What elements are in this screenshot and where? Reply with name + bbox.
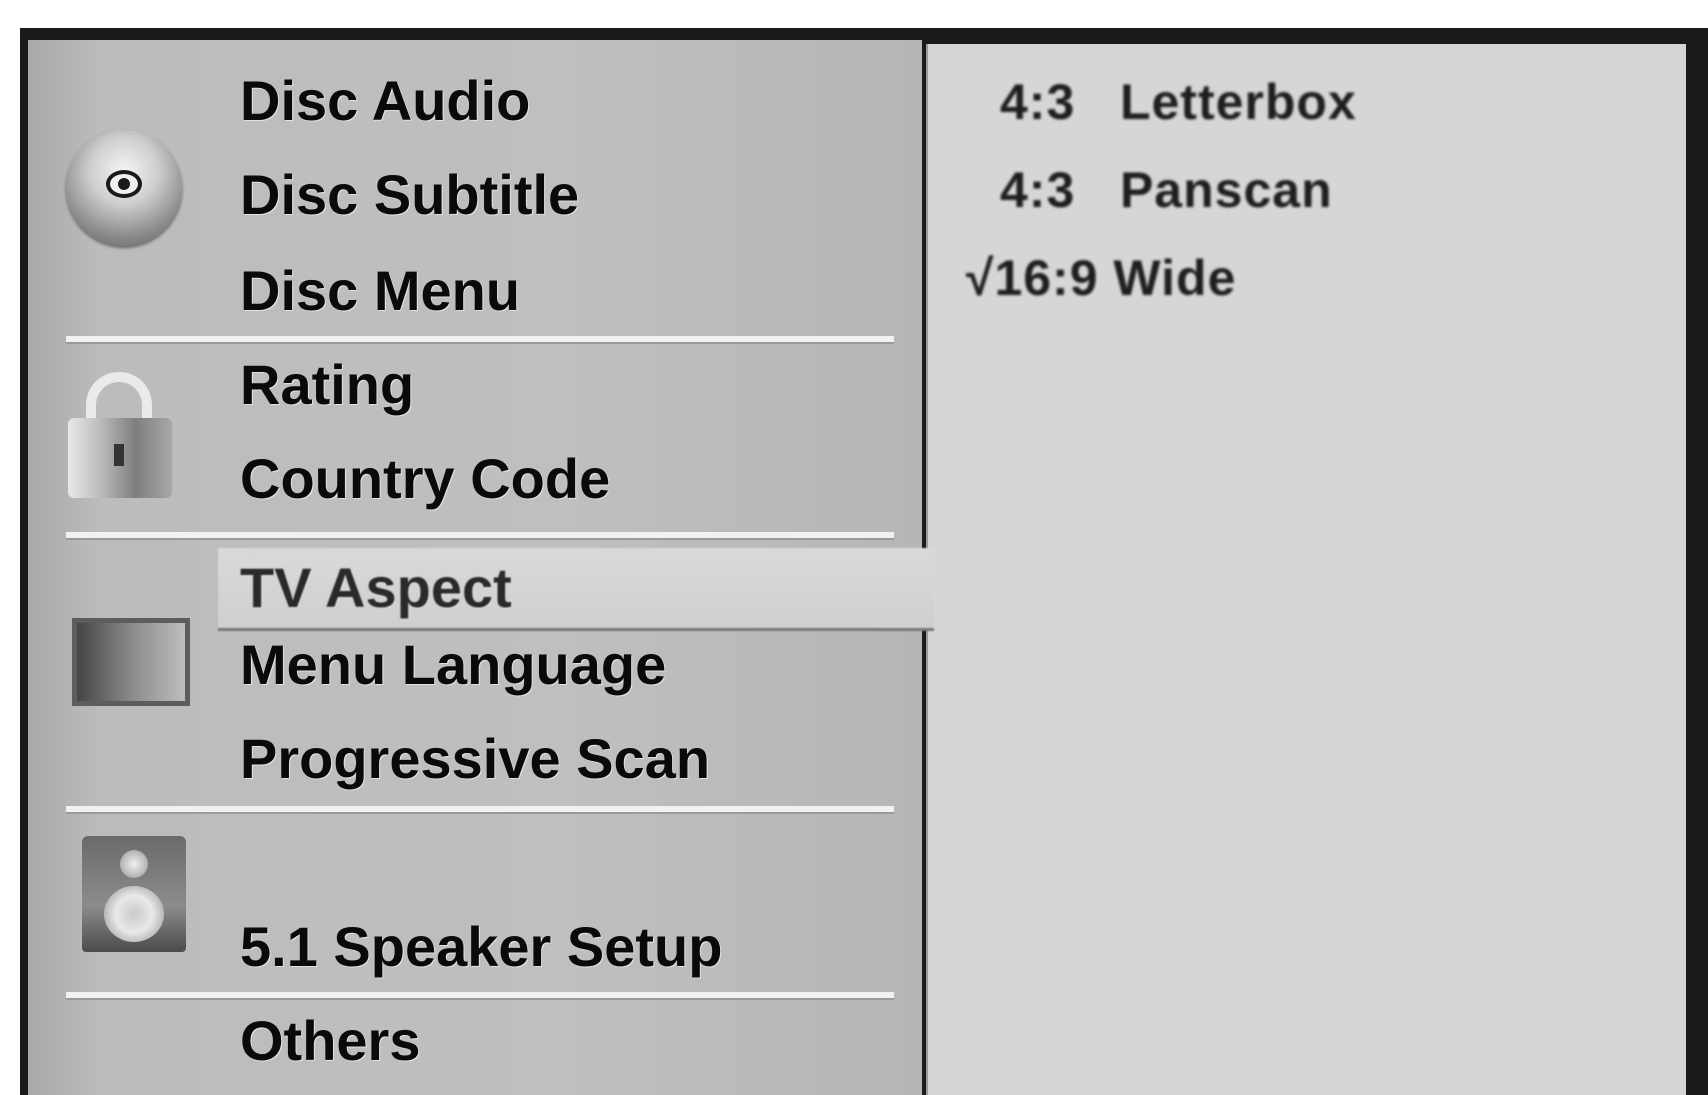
lock-icon [68,372,172,498]
menu-item-progressive-scan[interactable]: Progressive Scan [240,726,710,792]
menu-item-country-code[interactable]: Country Code [240,446,610,512]
tv-icon [72,618,190,706]
menu-item-disc-menu[interactable]: Disc Menu [240,258,520,324]
menu-item-menu-language[interactable]: Menu Language [240,632,666,698]
group-divider [66,992,894,998]
lock-body [68,418,172,498]
group-divider [66,532,894,538]
option-16-9-wide[interactable]: √16:9 Wide [966,248,1236,308]
menu-item-disc-subtitle[interactable]: Disc Subtitle [240,162,579,228]
option-4-3-letterbox[interactable]: 4:3 Letterbox [1000,72,1357,132]
menu-item-tv-aspect[interactable]: TV Aspect [218,548,934,628]
group-divider [66,806,894,812]
menu-item-others[interactable]: Others [240,1008,421,1074]
menu-item-rating[interactable]: Rating [240,352,414,418]
disc-icon [66,130,182,246]
option-4-3-panscan[interactable]: 4:3 Panscan [1000,160,1333,220]
speaker-icon [82,836,186,952]
group-divider [66,336,894,342]
menu-item-disc-audio[interactable]: Disc Audio [240,68,530,134]
menu-item-speaker-setup[interactable]: 5.1 Speaker Setup [240,914,722,980]
